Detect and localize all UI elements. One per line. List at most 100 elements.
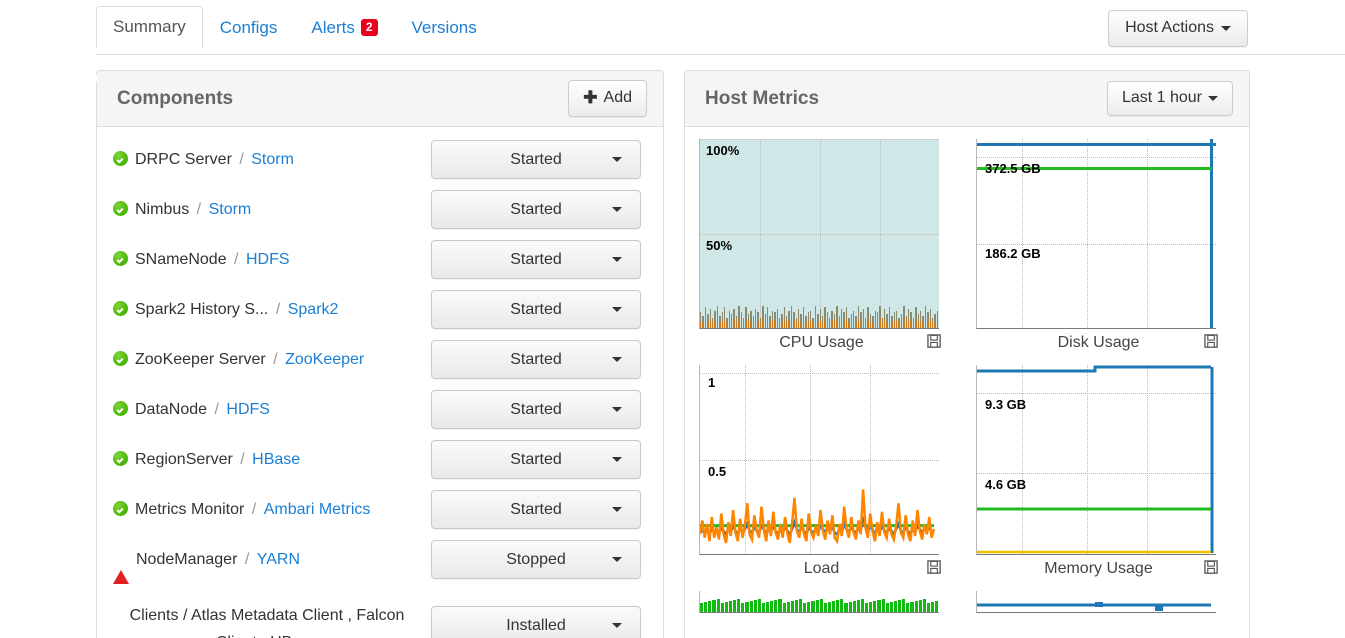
memory-ytick-lower: 4.6 GB — [985, 477, 1027, 492]
component-status-button[interactable]: Started — [431, 290, 641, 329]
load-caption-row: Load — [699, 555, 944, 583]
cpu-bar — [819, 309, 821, 328]
host-actions-button[interactable]: Host Actions — [1108, 10, 1248, 47]
time-range-selector[interactable]: Last 1 hour — [1106, 81, 1233, 116]
cpu-bar — [814, 305, 817, 328]
save-icon[interactable] — [1204, 560, 1219, 580]
save-icon[interactable] — [927, 560, 942, 580]
cpu-bar — [922, 315, 924, 328]
component-status-label: Started — [510, 500, 562, 518]
network-bar — [741, 603, 745, 612]
service-link[interactable]: ZooKeeper — [285, 351, 364, 368]
network-bar — [712, 600, 716, 612]
component-status-button[interactable]: Stopped — [431, 540, 641, 579]
cpu-bar — [735, 315, 738, 328]
component-status-button[interactable]: Started — [431, 140, 641, 179]
component-row: DataNode / HDFS Started — [97, 386, 663, 436]
component-name: Spark2 History S... — [135, 301, 269, 318]
processes-plot[interactable] — [976, 591, 1216, 613]
chevron-down-icon — [612, 307, 622, 312]
service-link[interactable]: HDFS — [226, 401, 270, 418]
component-row: SNameNode / HDFS Started — [97, 236, 663, 286]
disk-usage-plot[interactable]: 372.5 GB 186.2 GB — [976, 139, 1216, 329]
component-status-button[interactable]: Started — [431, 390, 641, 429]
component-status-button[interactable]: Started — [431, 340, 641, 379]
component-name: DataNode — [135, 401, 208, 418]
tab-alerts[interactable]: Alerts 2 — [294, 7, 394, 49]
cpu-bar — [855, 315, 857, 328]
component-info: DataNode / HDFS — [113, 386, 431, 422]
component-status-label: Stopped — [506, 550, 566, 568]
component-status-button[interactable]: Started — [431, 490, 641, 529]
cpu-bar — [860, 312, 862, 328]
service-link[interactable]: Storm — [251, 151, 294, 168]
save-icon[interactable] — [927, 334, 942, 354]
chevron-down-icon — [612, 557, 622, 562]
tab-configs[interactable]: Configs — [203, 7, 295, 49]
cpu-bar — [915, 307, 917, 328]
network-bar — [757, 599, 761, 612]
network-bar — [832, 601, 836, 612]
component-name: Metrics Monitor — [135, 501, 245, 518]
host-metrics-panel: Host Metrics Last 1 hour 100% 50% CPU Us… — [684, 70, 1250, 638]
save-icon[interactable] — [1204, 334, 1219, 354]
cpu-bar — [759, 317, 762, 328]
components-panel: Components ✚ Add DRPC Server / Storm Star… — [96, 70, 664, 638]
cpu-bar — [831, 310, 833, 328]
component-status-button[interactable]: Started — [431, 440, 641, 479]
cpu-bar — [733, 309, 735, 328]
cpu-ytick-100: 100% — [706, 143, 740, 158]
components-list: DRPC Server / Storm Started Nimbus / Storm… — [97, 127, 663, 586]
component-status-button[interactable]: Started — [431, 190, 641, 229]
cpu-bar — [762, 305, 764, 328]
tab-summary-label: Summary — [113, 17, 186, 36]
cpu-bar — [745, 307, 747, 328]
network-bar — [737, 599, 741, 612]
cpu-bar — [769, 315, 771, 328]
memory-usage-plot[interactable]: 9.3 GB 4.6 GB — [976, 365, 1216, 555]
cpu-bar — [845, 307, 848, 328]
cpu-bar — [884, 309, 886, 328]
name-separator: / — [234, 151, 249, 168]
load-series-load_1min — [700, 489, 936, 545]
memory-series — [977, 365, 1214, 554]
service-link[interactable]: YARN — [257, 551, 300, 568]
cpu-bar — [862, 309, 864, 328]
component-status-button[interactable]: Started — [431, 240, 641, 279]
clients-status-button[interactable]: Installed — [431, 606, 641, 638]
metrics-grid: 100% 50% CPU Usage 372.5 GB 186.2 GB Dis… — [685, 127, 1249, 613]
add-component-button[interactable]: ✚ Add — [568, 80, 647, 117]
cpu-usage-caption-row: CPU Usage — [699, 329, 944, 357]
cpu-bar — [793, 312, 795, 328]
tab-versions[interactable]: Versions — [395, 7, 494, 49]
component-status-cell: Started — [431, 486, 641, 529]
chart-network-partial — [699, 591, 944, 613]
cpu-bar — [898, 317, 900, 328]
cpu-bar — [917, 314, 919, 328]
memory-usage-caption-row: Memory Usage — [976, 555, 1221, 583]
cpu-bar — [707, 314, 709, 328]
cpu-usage-caption: CPU Usage — [779, 334, 864, 351]
service-link[interactable]: Storm — [209, 201, 252, 218]
service-link[interactable]: Spark2 — [288, 301, 339, 318]
disk-total-line — [977, 143, 1216, 146]
network-bar — [869, 602, 873, 612]
cpu-usage-plot[interactable]: 100% 50% — [699, 139, 939, 329]
service-link[interactable]: Ambari Metrics — [264, 501, 371, 518]
network-bar — [906, 603, 910, 612]
cpu-bar — [719, 315, 721, 328]
tab-summary[interactable]: Summary — [96, 6, 203, 49]
load-series — [700, 489, 936, 545]
network-plot[interactable] — [699, 591, 939, 613]
network-bar — [889, 602, 893, 612]
service-link[interactable]: HDFS — [246, 251, 290, 268]
name-separator: / — [192, 201, 206, 218]
network-bar — [902, 599, 906, 612]
service-link[interactable]: HBase — [252, 451, 300, 468]
cpu-bar — [817, 314, 819, 328]
name-separator: / — [240, 551, 254, 568]
clients-row: Clients / Atlas Metadata Client , Falcon… — [97, 586, 663, 638]
cpu-bar — [743, 317, 745, 328]
chart-cpu-usage: 100% 50% CPU Usage — [699, 139, 944, 357]
load-plot[interactable]: 1 0.5 — [699, 365, 939, 555]
